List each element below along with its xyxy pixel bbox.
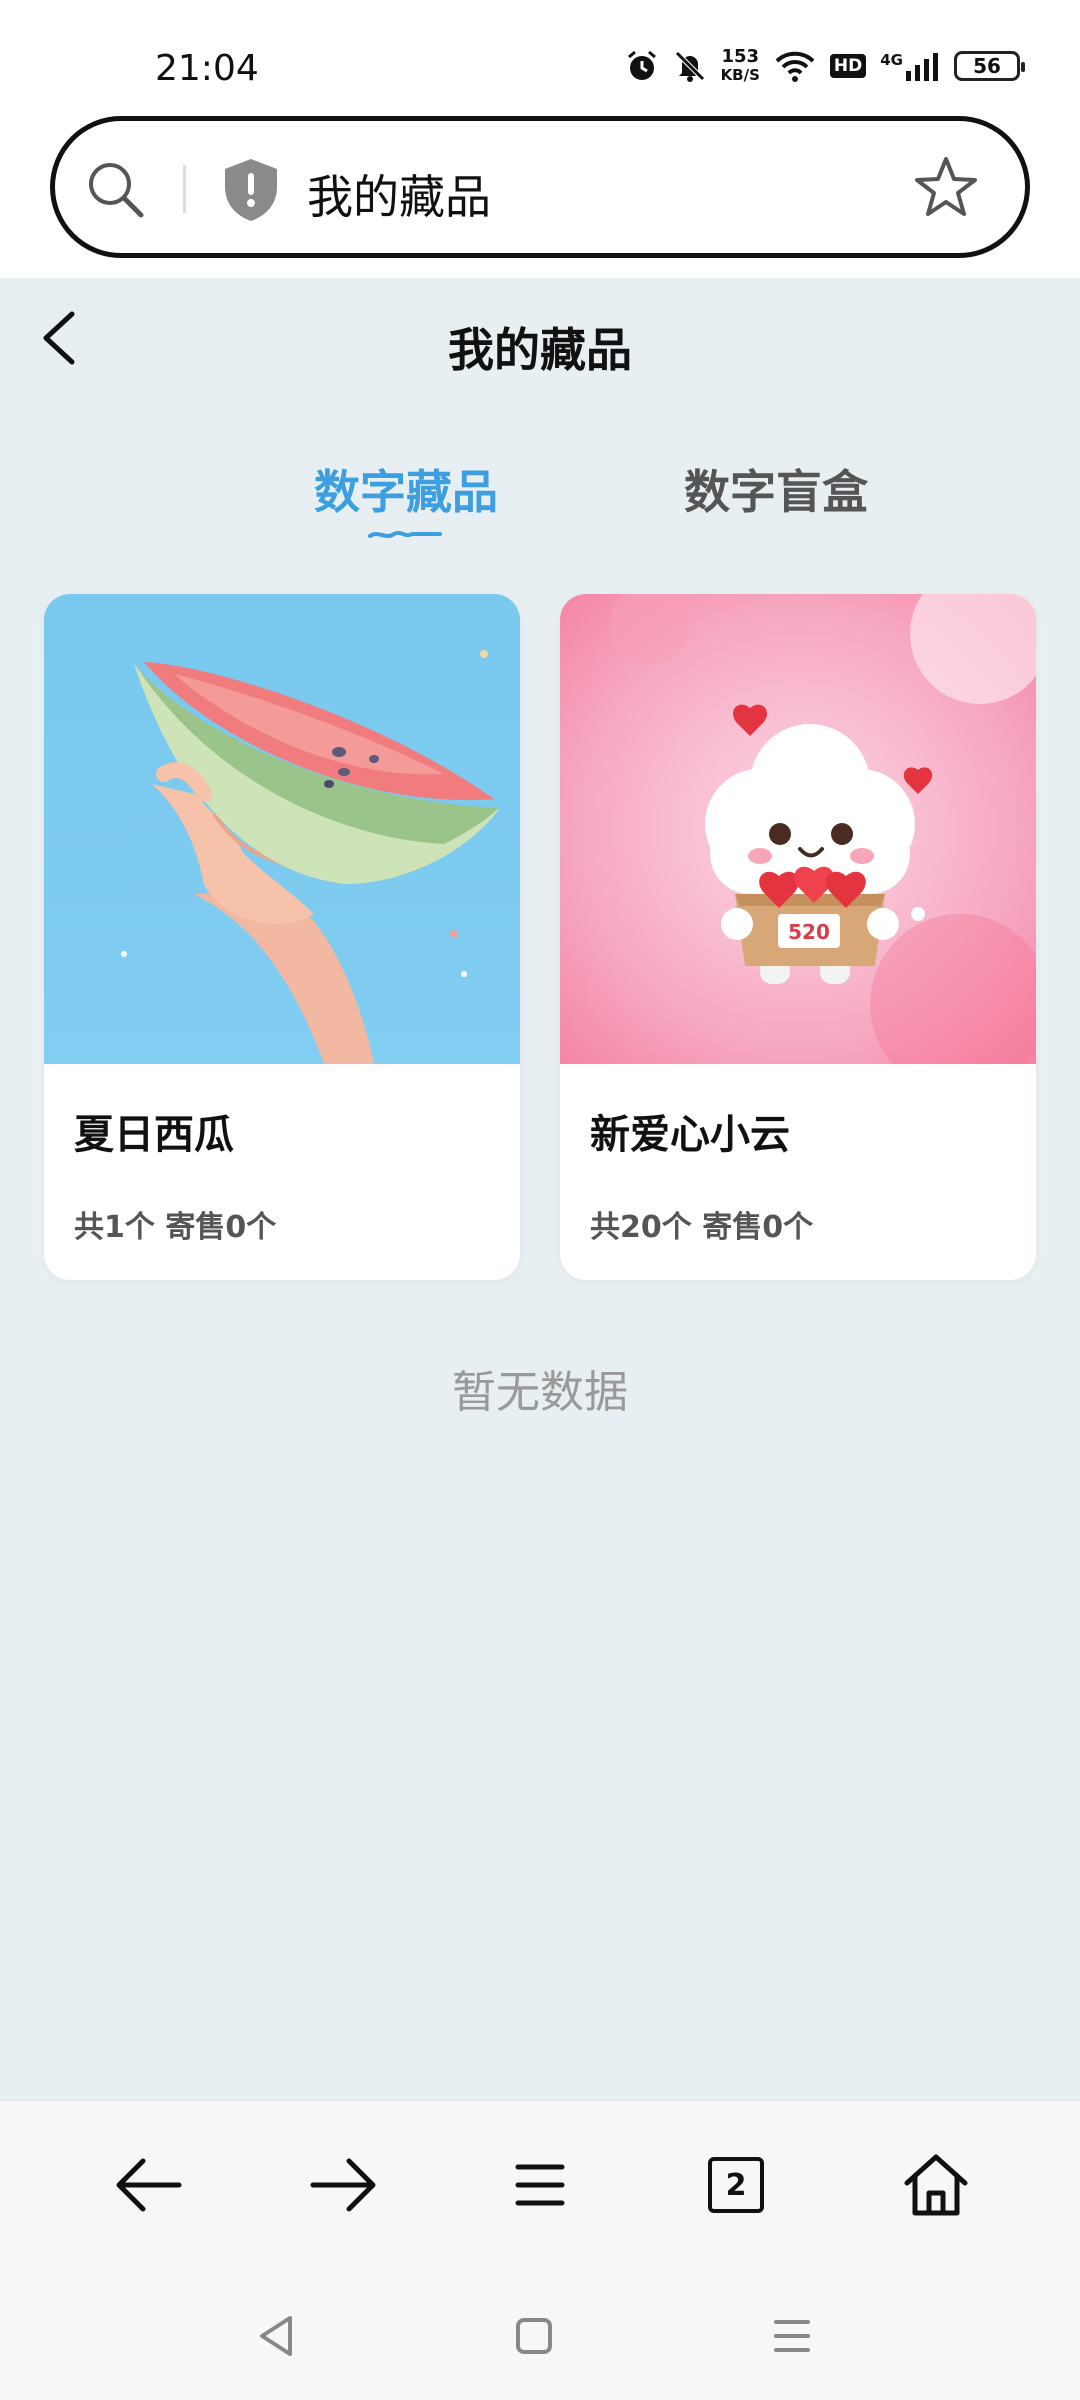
address-divider	[183, 165, 186, 213]
collection-card[interactable]: 520 新爱心小云 共20个 寄售0个	[560, 594, 1036, 1280]
battery-indicator: 56	[954, 51, 1025, 81]
home-icon	[904, 2154, 968, 2216]
tab-digital-blind-box[interactable]: 数字盲盒	[684, 456, 868, 522]
signal-icon	[906, 53, 938, 81]
signal-indicator: 4G	[880, 51, 940, 81]
tabs-icon: 2	[708, 2157, 764, 2213]
browser-forward-button[interactable]	[304, 2145, 384, 2225]
alarm-icon	[627, 50, 656, 80]
hd-badge: HD	[829, 54, 867, 78]
shield-icon[interactable]	[221, 157, 281, 223]
back-arrow-icon	[116, 2158, 182, 2212]
page-title: 我的藏品	[448, 323, 632, 377]
empty-state-message: 暂无数据	[452, 1367, 628, 1418]
wifi-icon	[775, 51, 815, 82]
system-home-button[interactable]	[504, 2306, 564, 2366]
browser-tabs-button[interactable]: 2	[696, 2145, 776, 2225]
nav-recents-icon	[774, 2320, 810, 2352]
system-recents-button[interactable]	[762, 2306, 822, 2366]
battery-level: 56	[973, 54, 1001, 78]
search-icon[interactable]	[83, 157, 147, 221]
status-bar: 21:04 153 KB/S HD 4G 56	[0, 0, 1080, 110]
collection-stats: 共1个 寄售0个	[74, 1210, 277, 1245]
collection-card[interactable]: 夏日西瓜 共1个 寄售0个	[44, 594, 520, 1280]
main-content: 我的藏品 数字藏品 数字盲盒 夏日西瓜 共1个 寄售0个 520 新爱心小云 共…	[0, 278, 1080, 2100]
active-tab-indicator	[368, 530, 442, 538]
browser-menu-button[interactable]	[500, 2145, 580, 2225]
address-text[interactable]: 我的藏品	[307, 161, 491, 227]
cloud-heart-image: 520	[560, 594, 1036, 1064]
menu-icon	[515, 2164, 565, 2206]
signal-label: 4G	[880, 51, 903, 69]
system-back-button[interactable]	[246, 2306, 306, 2366]
nav-back-icon	[260, 2316, 292, 2356]
collection-stats: 共20个 寄售0个	[590, 1210, 814, 1245]
tab-digital-collections[interactable]: 数字藏品	[314, 456, 498, 522]
address-bar[interactable]: 我的藏品	[50, 116, 1030, 258]
watermelon-image	[44, 594, 520, 1064]
system-nav-bar	[0, 2290, 1080, 2400]
nav-home-icon	[516, 2318, 552, 2354]
mute-icon	[674, 51, 705, 82]
forward-arrow-icon	[310, 2158, 376, 2212]
network-speed: 153 KB/S	[720, 46, 760, 85]
status-time: 21:04	[155, 48, 259, 89]
tab-count: 2	[725, 2167, 747, 2203]
browser-back-button[interactable]	[108, 2145, 188, 2225]
network-speed-unit: KB/S	[720, 66, 760, 84]
network-speed-value: 153	[721, 46, 760, 67]
star-icon[interactable]	[911, 153, 981, 223]
status-icons: 153 KB/S HD 4G 56	[625, 46, 1025, 85]
collection-name: 新爱心小云	[590, 1112, 790, 1158]
box-label: 520	[788, 920, 830, 944]
browser-home-button[interactable]	[896, 2145, 976, 2225]
collection-name: 夏日西瓜	[74, 1112, 234, 1158]
